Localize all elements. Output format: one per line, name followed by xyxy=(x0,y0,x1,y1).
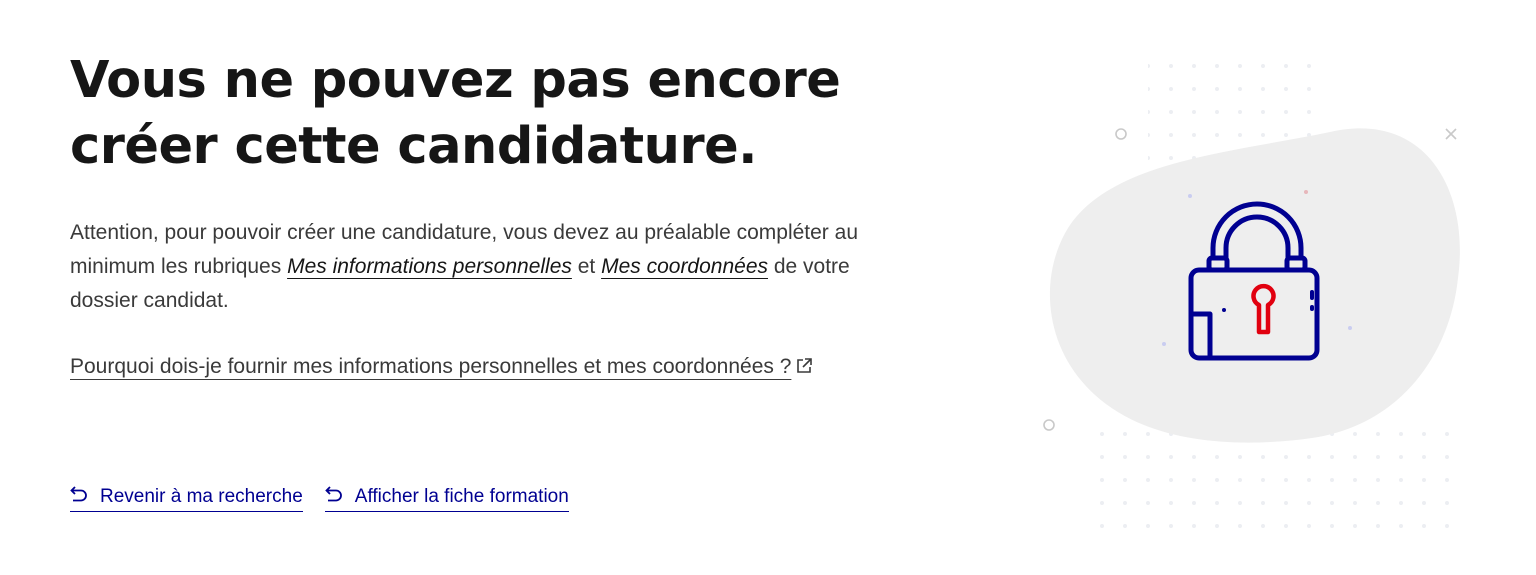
why-info-link-label: Pourquoi dois-je fournir mes information… xyxy=(70,355,792,378)
decor-circle-1 xyxy=(1115,128,1127,140)
page-title: Vous ne pouvez pas encore créer cette ca… xyxy=(70,48,910,180)
page-title-line-2: créer cette candidature. xyxy=(70,117,758,176)
contact-details-link[interactable]: Mes coordonnées xyxy=(601,255,768,278)
show-training-sheet-label: Afficher la fiche formation xyxy=(354,486,569,507)
background-blob xyxy=(1049,128,1460,443)
show-training-sheet-link[interactable]: Afficher la fiche formation xyxy=(324,486,569,512)
locked-illustration xyxy=(1030,40,1510,540)
external-link-icon xyxy=(795,352,813,386)
why-info-link[interactable]: Pourquoi dois-je fournir mes information… xyxy=(70,355,813,378)
intro-paragraph: Attention, pour pouvoir créer une candid… xyxy=(70,216,910,318)
intro-text-middle: et xyxy=(571,255,602,278)
action-links: Revenir à ma recherche Afficher la fiche… xyxy=(70,486,569,512)
undo-arrow-icon xyxy=(70,486,88,508)
close-icon xyxy=(1445,128,1457,140)
personal-info-link[interactable]: Mes informations personnelles xyxy=(287,255,572,278)
why-paragraph: Pourquoi dois-je fournir mes information… xyxy=(70,350,910,386)
back-to-search-label: Revenir à ma recherche xyxy=(100,486,303,507)
decor-circle-2 xyxy=(1043,419,1055,431)
main-content: Vous ne pouvez pas encore créer cette ca… xyxy=(70,48,910,386)
page-title-line-1: Vous ne pouvez pas encore xyxy=(70,51,841,110)
back-to-search-link[interactable]: Revenir à ma recherche xyxy=(70,486,303,512)
undo-arrow-icon xyxy=(324,486,343,508)
